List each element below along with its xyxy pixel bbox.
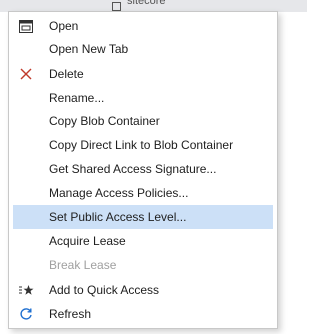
menu-item-label: Copy Direct Link to Blob Container	[49, 138, 234, 152]
menu-item-label: Manage Access Policies...	[49, 186, 189, 200]
background-title-text: sitecore	[127, 0, 166, 7]
menu-item-label: Rename...	[49, 91, 105, 105]
menu-item-label: Get Shared Access Signature...	[49, 162, 217, 176]
menu-item-label: Delete	[49, 67, 84, 81]
menu-item-label: Set Public Access Level...	[49, 210, 187, 224]
delete-x-icon	[18, 66, 34, 82]
refresh-icon	[18, 306, 34, 322]
menu-item-rename[interactable]: Rename...	[13, 86, 273, 110]
menu-item-label: Acquire Lease	[49, 234, 126, 248]
context-menu: Open Open New Tab Delete Rename... Copy …	[8, 11, 278, 329]
quick-access-star-icon	[18, 282, 34, 298]
menu-item-break-lease: Break Lease	[13, 253, 273, 277]
menu-item-add-to-quick-access[interactable]: Add to Quick Access	[13, 278, 273, 302]
container-icon	[112, 1, 121, 11]
menu-item-open[interactable]: Open	[13, 14, 273, 38]
menu-item-refresh[interactable]: Refresh	[13, 302, 273, 326]
menu-item-manage-access-policies[interactable]: Manage Access Policies...	[13, 181, 273, 205]
menu-item-label: Copy Blob Container	[49, 114, 160, 128]
menu-item-acquire-lease[interactable]: Acquire Lease	[13, 229, 273, 253]
menu-item-label: Break Lease	[49, 258, 117, 272]
menu-item-copy-direct-link[interactable]: Copy Direct Link to Blob Container	[13, 133, 273, 157]
menu-item-copy-blob-container[interactable]: Copy Blob Container	[13, 109, 273, 133]
menu-item-delete[interactable]: Delete	[13, 62, 273, 86]
menu-item-set-public-access-level[interactable]: Set Public Access Level...	[13, 205, 273, 229]
menu-item-label: Open	[49, 19, 79, 33]
menu-item-label: Refresh	[49, 307, 92, 321]
menu-item-open-new-tab[interactable]: Open New Tab	[13, 37, 273, 61]
window-icon	[18, 18, 34, 34]
menu-item-label: Open New Tab	[49, 42, 129, 56]
menu-item-label: Add to Quick Access	[49, 283, 160, 297]
menu-item-get-sas[interactable]: Get Shared Access Signature...	[13, 157, 273, 181]
